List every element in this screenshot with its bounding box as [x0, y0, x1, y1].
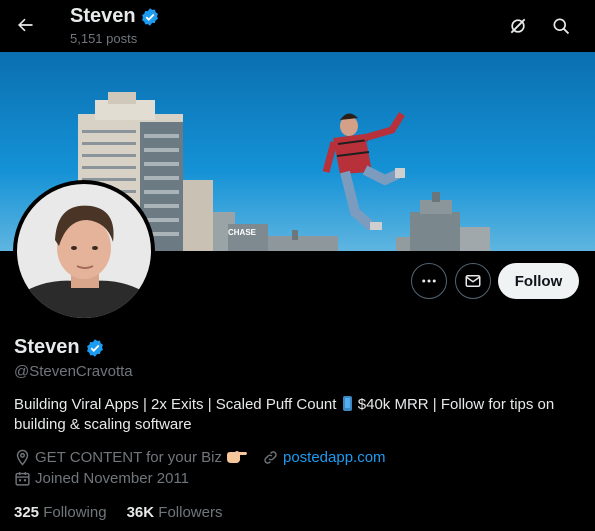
website-link[interactable]: postedapp.com	[283, 449, 386, 466]
verified-badge-icon	[141, 7, 158, 26]
banner-sign: CHASE	[228, 228, 257, 237]
more-horizontal-icon	[422, 279, 436, 283]
grok-button[interactable]	[501, 9, 535, 43]
following-link[interactable]: 325 Following	[14, 504, 107, 521]
profile-stats: 325 Following 36K Followers	[14, 504, 242, 521]
avatar-photo	[17, 184, 151, 318]
header-name: Steven	[70, 5, 136, 27]
grok-icon	[510, 18, 526, 34]
website-item[interactable]: postedapp.com	[262, 449, 386, 466]
joined-item: Joined November 2011	[14, 470, 189, 487]
header-title-block: Steven 5,151 posts	[70, 5, 160, 46]
posts-count: 5,151 posts	[70, 31, 138, 46]
profile-bio: Building Viral Apps | 2x Exits | Scaled …	[14, 395, 584, 435]
followers-link[interactable]: 36K Followers	[127, 504, 223, 521]
following-label: Following	[43, 504, 107, 521]
link-icon	[264, 450, 277, 464]
follow-button[interactable]: Follow	[498, 263, 579, 299]
profile-handle: @StevenCravotta	[14, 363, 133, 380]
search-button[interactable]	[544, 9, 578, 43]
mobile-phone-emoji-icon	[342, 396, 352, 411]
profile-name: Steven	[14, 336, 80, 358]
profile-name-row: Steven	[14, 336, 105, 359]
location-pin-icon	[16, 449, 29, 466]
joined-text: Joined November 2011	[35, 470, 189, 487]
following-count: 325	[14, 504, 40, 521]
pointing-hand-emoji-icon	[226, 451, 247, 463]
verified-badge-icon[interactable]	[85, 338, 105, 358]
profile-avatar[interactable]	[13, 180, 155, 322]
bio-text-part1: Building Viral Apps | 2x Exits | Scaled …	[14, 396, 337, 413]
profile-meta-row-1: GET CONTENT for your Biz postedapp.com	[14, 448, 400, 466]
profile-meta-row-2: Joined November 2011	[14, 470, 203, 487]
search-icon	[553, 18, 570, 35]
location-item: GET CONTENT for your Biz	[14, 448, 248, 466]
more-button[interactable]	[411, 263, 447, 299]
arrow-left-icon	[18, 18, 33, 32]
followers-label: Followers	[158, 504, 223, 521]
calendar-icon	[15, 472, 30, 486]
envelope-icon	[465, 275, 481, 287]
top-bar: Steven 5,151 posts	[0, 0, 595, 52]
message-button[interactable]	[455, 263, 491, 299]
back-button[interactable]	[8, 8, 42, 42]
location-text: GET CONTENT for your Biz	[35, 448, 222, 466]
followers-count: 36K	[126, 504, 155, 521]
